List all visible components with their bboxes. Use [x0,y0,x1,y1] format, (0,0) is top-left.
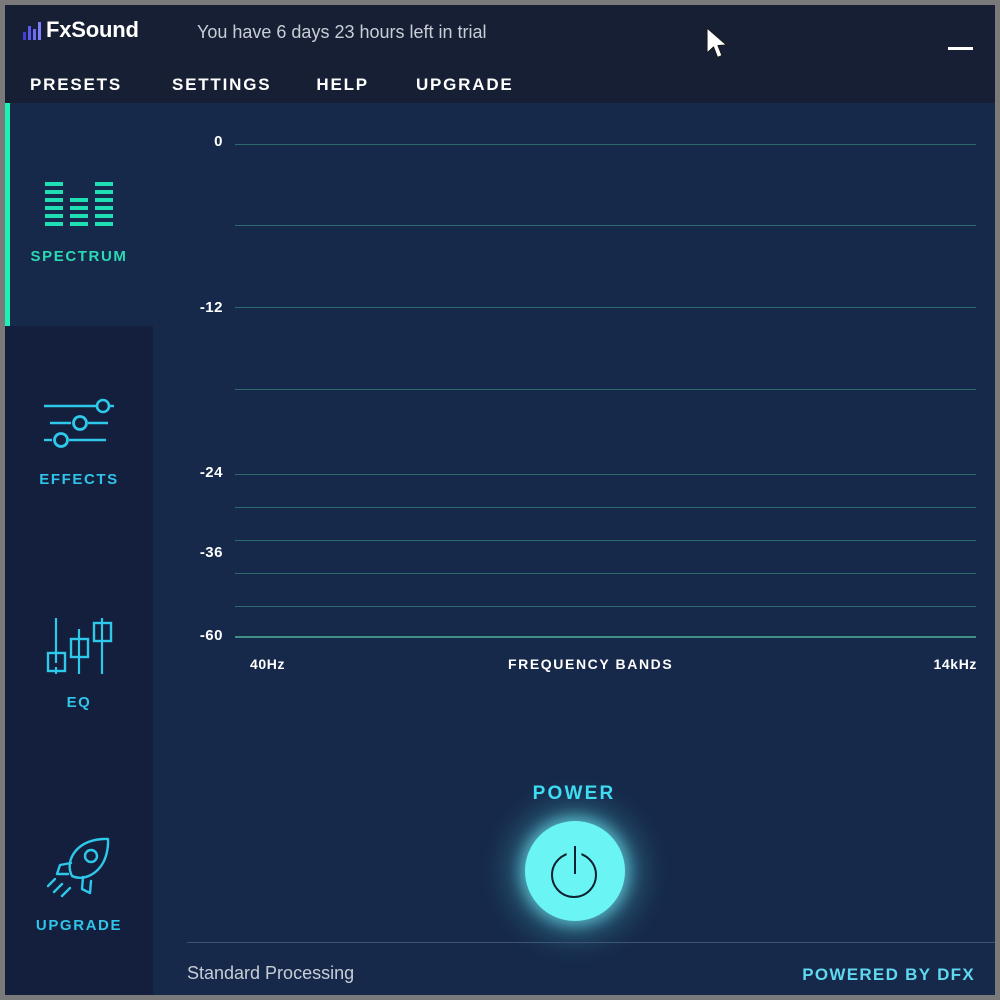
chart-x-axis: 40Hz FREQUENCY BANDS 14kHz [153,656,995,680]
ytick-label: -24 [199,464,223,481]
spectrum-chart: 0 -12 -24 -36 -60 40Hz FREQUENCY BANDS 1… [153,103,995,672]
sidebar-item-eq[interactable]: EQ [5,549,153,772]
power-button[interactable] [525,821,625,921]
main-panel: 0 -12 -24 -36 -60 40Hz FREQUENCY BANDS 1… [153,103,995,995]
menu-item-help[interactable]: HELP [316,71,369,99]
app-name: FxSound [46,17,139,42]
fxsound-window: FxSound You have 6 days 23 hours left in… [5,5,995,995]
sidebar-label-upgrade: UPGRADE [35,917,123,934]
ytick-label: 0 [214,133,223,150]
x-axis-max-label: 14kHz [933,656,977,672]
title-bar: FxSound You have 6 days 23 hours left in… [5,5,995,103]
minimize-button[interactable] [943,33,977,63]
menu-item-settings[interactable]: SETTINGS [172,71,271,99]
x-axis-min-label: 40Hz [250,656,286,672]
processing-mode-label: Standard Processing [187,963,355,983]
gridline [235,225,976,226]
gridline [235,573,976,574]
sidebar-item-spectrum[interactable]: SPECTRUM [5,103,153,326]
bars-logo-icon [23,20,41,40]
ytick-label: -36 [199,544,223,561]
gridline [235,507,976,508]
ytick-label: -12 [199,299,223,316]
sliders-vertical-icon [42,610,116,682]
menu-bar: PRESETS SETTINGS HELP UPGRADE [5,67,995,103]
sliders-horizontal-icon [42,387,116,459]
powered-by-label: POWERED BY DFX [802,965,975,984]
trial-message: You have 6 days 23 hours left in trial [197,22,487,42]
menu-item-presets[interactable]: PRESETS [30,71,122,99]
sidebar-label-effects: EFFECTS [39,471,119,488]
menu-item-upgrade[interactable]: UPGRADE [416,71,514,99]
gridline-baseline [235,636,976,638]
gridline [235,389,976,390]
power-label: POWER [532,783,616,804]
app-logo: FxSound [23,19,139,41]
status-divider [187,942,995,943]
gridline [235,307,976,308]
ytick-label: -60 [199,627,223,644]
gridline [235,144,976,145]
power-icon [548,844,602,898]
sidebar-item-effects[interactable]: EFFECTS [5,326,153,549]
sidebar-item-upgrade[interactable]: UPGRADE [5,772,153,995]
x-axis-title: FREQUENCY BANDS [508,656,674,672]
gridline [235,474,976,475]
sidebar-label-spectrum: SPECTRUM [30,248,128,265]
gridline [235,606,976,607]
rocket-icon [42,833,116,905]
sidebar-label-eq: EQ [66,694,92,711]
equalizer-bars-icon [45,164,113,236]
gridline [235,540,976,541]
sidebar: SPECTRUM EFFECTS EQ UPGRADE [5,103,153,995]
